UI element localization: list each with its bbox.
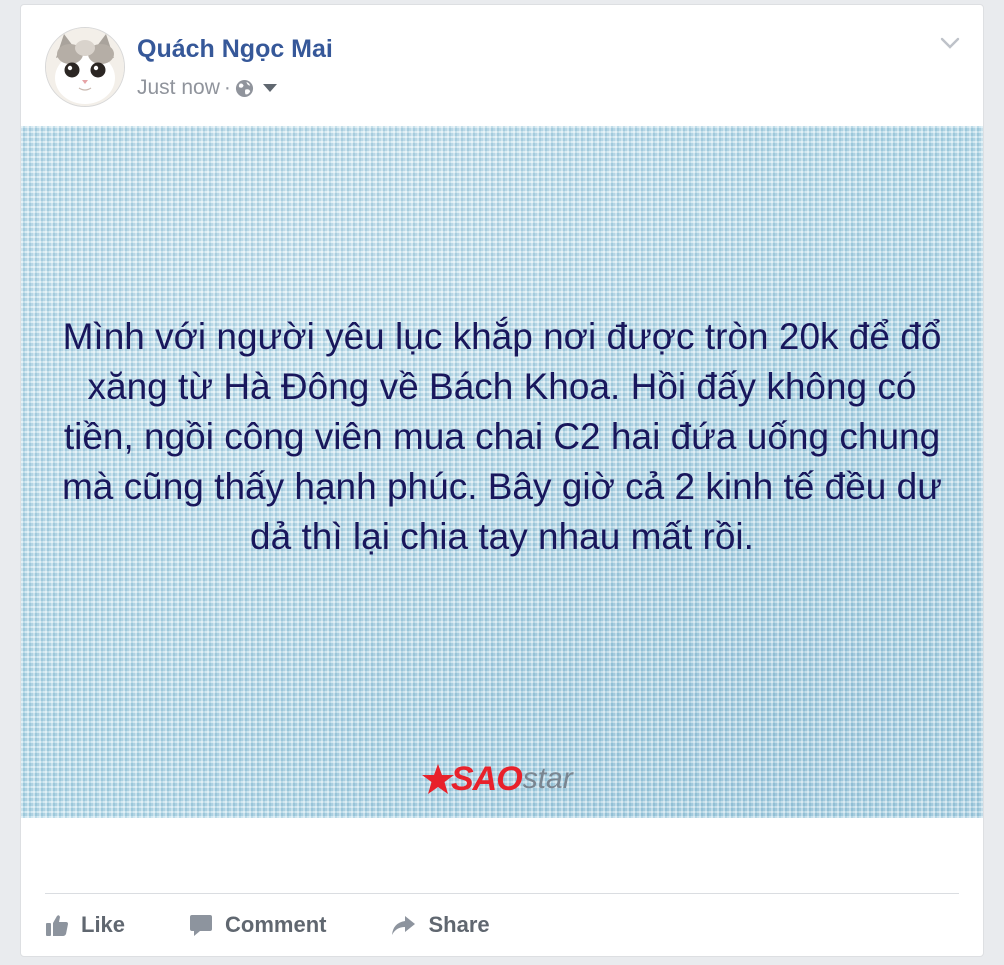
privacy-caret-icon[interactable]: [262, 82, 278, 94]
like-label: Like: [81, 912, 126, 937]
saostar-watermark: SAO star: [421, 756, 573, 802]
comment-icon: [190, 915, 213, 936]
thumbs-up-icon: [46, 915, 68, 936]
star-icon: [422, 764, 454, 794]
chevron-down-icon[interactable]: [939, 35, 961, 51]
like-button[interactable]: Like: [45, 912, 125, 938]
cat-avatar-icon: [46, 28, 124, 106]
share-label: Share: [428, 912, 490, 937]
share-button[interactable]: Share: [390, 912, 490, 938]
post-image[interactable]: Mình với người yêu lục khắp nơi được trò…: [21, 126, 983, 818]
actions-divider: [45, 893, 959, 894]
post-timestamp[interactable]: Just now: [137, 76, 220, 100]
globe-icon[interactable]: [235, 79, 254, 98]
watermark-star: star: [522, 762, 573, 795]
post-image-text: Mình với người yêu lục khắp nơi được trò…: [61, 316, 943, 557]
avatar[interactable]: [45, 27, 125, 107]
post-actions: Like Comment Share: [45, 903, 554, 947]
author-name-link[interactable]: Quách Ngọc Mai: [137, 35, 333, 64]
comment-label: Comment: [225, 912, 327, 937]
share-arrow-icon: [392, 916, 416, 935]
post-card: Quách Ngọc Mai Just now · Mình với người…: [20, 4, 984, 957]
post-meta: Just now ·: [137, 73, 278, 103]
watermark-sao: SAO: [451, 759, 523, 798]
meta-separator: ·: [223, 76, 231, 99]
comment-button[interactable]: Comment: [189, 912, 326, 938]
